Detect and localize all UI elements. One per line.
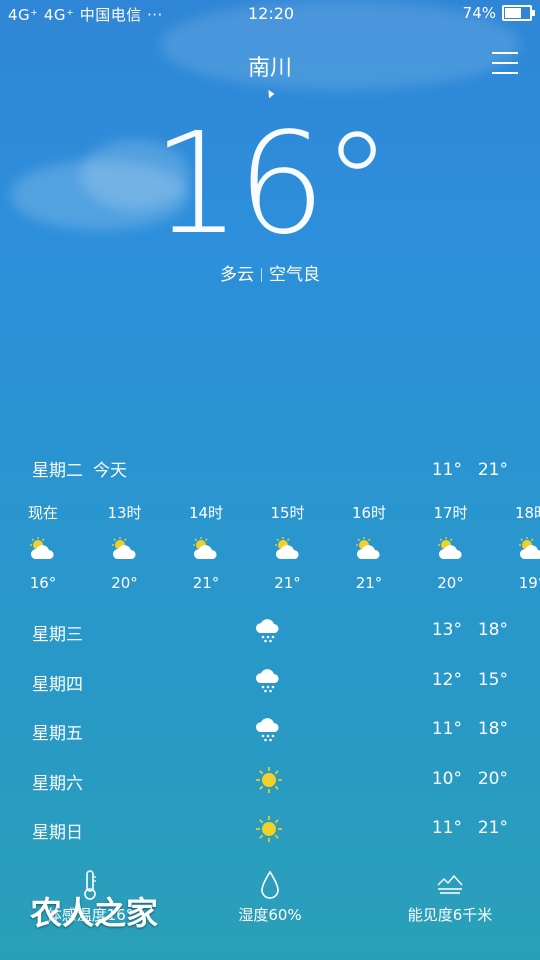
hour-temp: 20° [437,574,464,592]
daily-row: 星期日 11° 21° [0,810,540,850]
hourly-item: 15时 21° [253,502,323,592]
day-name: 星期三 [32,625,83,645]
hour-temp: 16° [29,574,57,592]
condition-text: 多云 [220,265,254,285]
hourly-forecast[interactable]: 现在 16° 13时 20° 14时 21° 15时 21° 16时 21° 17时 20° 18时 19… [0,502,540,602]
partly-cloudy-icon [497,526,540,572]
visibility-metric: 能见度6千米 [390,866,510,925]
hour-label: 现在 [27,504,58,522]
day-range: 12° 15° [416,670,508,690]
air-quality: 空气良 [269,265,320,285]
day-range: 11° 18° [416,719,508,739]
battery-percent: 74% [462,4,496,22]
sun-icon [254,814,286,844]
day-range: 10° 20° [416,769,508,789]
status-bar: 4G⁺ 4G⁺ 中国电信 ··· 12:20 74% [0,0,540,28]
today-range: 11° 21° [416,460,508,480]
today-text: 今天 [93,461,127,481]
rain-icon [254,666,286,696]
carrier-info: 4G⁺ 4G⁺ 中国电信 ··· [8,6,163,24]
current-condition: 多云 空气良 [0,260,540,285]
visibility-text: 能见度6千米 [407,906,493,924]
hourly-item: 18时 19° [497,502,540,592]
battery-indicator: 74% [462,4,535,22]
hourly-item: 17时 20° [416,502,486,592]
today-high: 21° [477,460,508,480]
humidity-text: 湿度60% [238,906,302,924]
hour-label: 13时 [107,504,142,522]
hour-temp: 21° [192,574,220,592]
hourly-item: 13时 20° [90,502,160,592]
water-drop-icon [210,866,330,904]
partly-cloudy-icon [90,526,160,572]
today-label: 星期二 今天 [32,456,127,481]
hour-label: 14时 [188,504,224,522]
watermark-logo: 农人之家 [30,894,159,932]
partly-cloudy-icon [416,526,486,572]
hourly-item: 16时 21° [334,502,404,592]
battery-icon [502,5,535,21]
day-low: 11° [431,719,462,739]
day-high: 21° [477,818,508,838]
partly-cloudy-icon [171,526,241,572]
hour-temp: 20° [111,574,138,592]
hour-label: 15时 [270,504,305,522]
hour-temp: 21° [274,574,301,592]
sun-icon [254,765,286,795]
day-name: 星期五 [32,724,83,744]
city-name[interactable]: 南川 [0,50,540,82]
day-high: 15° [477,669,508,690]
day-high: 18° [477,719,508,739]
hour-label: 16时 [351,504,387,522]
day-name: 星期日 [32,823,83,843]
rain-icon [254,715,286,745]
rain-icon [254,616,286,646]
today-day: 星期二 [32,461,83,481]
day-range: 13° 18° [416,620,508,640]
day-high: 20° [477,768,508,789]
day-low: 13° [431,620,462,640]
daily-row: 星期五 11° 18° [0,711,540,751]
today-low: 11° [431,460,462,480]
daily-row: 星期三 13° 18° [0,612,540,652]
day-low: 10° [431,768,462,789]
location-icon [264,88,275,99]
partly-cloudy-icon [8,526,78,572]
hour-label: 17时 [433,504,468,522]
daily-row: 星期六 10° 20° [0,761,540,801]
clock: 12:20 [248,4,295,23]
day-name: 星期四 [32,674,83,695]
hour-temp: 21° [355,574,383,592]
partly-cloudy-icon [334,526,404,572]
hour-label: 18时 [514,504,540,522]
partly-cloudy-icon [253,526,323,572]
daily-row: 星期四 12° 15° [0,662,540,702]
day-low: 12° [431,669,462,690]
day-high: 18° [477,620,508,640]
hour-temp: 19° [518,574,540,592]
visibility-icon [390,866,510,904]
hourly-item: 现在 16° [8,502,78,592]
humidity-metric: 湿度60% [210,866,330,925]
menu-icon[interactable] [492,52,518,74]
day-range: 11° 21° [416,818,508,838]
current-temperature: 16° [151,103,392,266]
day-low: 11° [431,818,462,838]
hourly-item: 14时 21° [171,502,241,592]
day-name: 星期六 [32,773,83,794]
